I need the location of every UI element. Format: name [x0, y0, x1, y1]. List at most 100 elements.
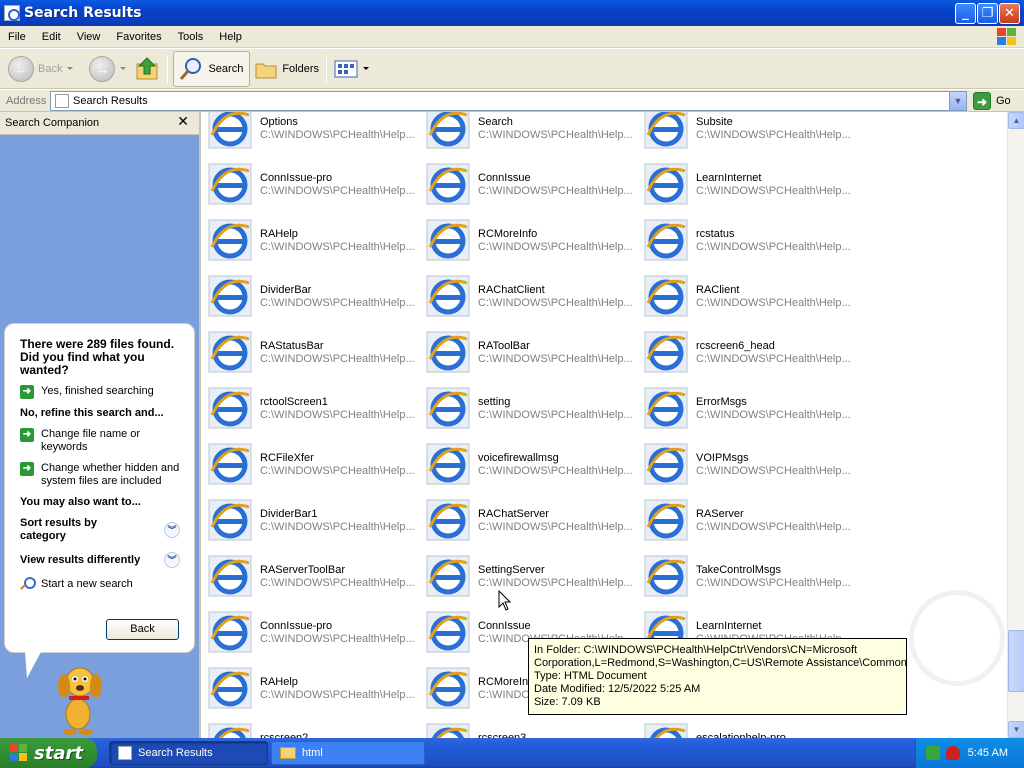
taskbar-item-label: html [302, 747, 323, 759]
file-item[interactable]: rctoolScreen1 C:\WINDOWS\PCHealth\Help... [201, 384, 419, 440]
file-path: C:\WINDOWS\PCHealth\Help... [260, 633, 415, 645]
file-item[interactable]: ConnIssue-pro C:\WINDOWS\PCHealth\Help... [201, 160, 419, 216]
file-item[interactable]: LearnInternetC:\WINDOWS\PCHealth\Help... [637, 160, 855, 216]
menu-help[interactable]: Help [211, 31, 250, 43]
go-label: Go [996, 95, 1011, 107]
back-button[interactable]: ← Back [4, 52, 77, 86]
file-item[interactable]: RAChatClient C:\WINDOWS\PCHealth\Help... [419, 272, 637, 328]
file-item[interactable]: voicefirewallmsg C:\WINDOWS\PCHealth\Help… [419, 440, 637, 496]
file-item[interactable]: RAServerToolBar C:\WINDOWS\PCHealth\Help.… [201, 552, 419, 608]
expand-chevron-icon[interactable]: ︾ [164, 552, 180, 568]
file-item[interactable]: SettingServer C:\WINDOWS\PCHealth\Help... [419, 552, 637, 608]
address-input[interactable]: Search Results ▼ [50, 91, 967, 111]
file-name: RAClient [696, 284, 740, 296]
file-item[interactable]: RAHelp C:\WINDOWS\PCHealth\Help... [201, 216, 419, 272]
file-item[interactable]: ErrorMsgs C:\WINDOWS\PCHealth\Help... [637, 384, 855, 440]
up-folder-icon [136, 56, 158, 79]
start-button[interactable]: start [0, 738, 97, 768]
file-item[interactable]: TakeControlMsgs C:\WINDOWS\PCHealth\Help.… [637, 552, 855, 608]
security-shield-icon[interactable] [946, 746, 960, 760]
yes-finished-link[interactable]: ➜ Yes, finished searching [20, 385, 180, 399]
search-results-icon [55, 94, 69, 108]
ie-html-file-icon [208, 219, 252, 261]
ie-html-file-icon [208, 331, 252, 373]
file-item[interactable]: RAHelp C:\WINDOWS\PCHealth\Help... [201, 664, 419, 720]
file-path: C:\WINDOWS\PCHealth\Help... [696, 185, 851, 197]
file-item[interactable]: ConnIssueC:\WINDOWS\PCHealth\Help... [419, 160, 637, 216]
back-dropdown-icon[interactable] [67, 67, 74, 70]
go-button[interactable]: ➜ Go [973, 92, 1011, 110]
views-icon [334, 60, 358, 77]
file-item[interactable]: Subsite C:\WINDOWS\PCHealth\Help... [637, 112, 855, 160]
file-item[interactable]: rcscreen6_head C:\WINDOWS\PCHealth\Help..… [637, 328, 855, 384]
folders-icon [255, 63, 277, 78]
file-path: C:\WINDOWS\PCHealth\Help... [260, 185, 415, 197]
taskbar-item-search-results[interactable]: Search Results [109, 741, 268, 765]
file-item[interactable]: RAServer C:\WINDOWS\PCHealth\Help... [637, 496, 855, 552]
view-results-toggle[interactable]: View results differently ︾ [20, 552, 180, 568]
forward-dropdown-icon[interactable] [120, 67, 127, 70]
file-item[interactable]: RAChatServer C:\WINDOWS\PCHealth\Help... [419, 496, 637, 552]
ie-html-file-icon [426, 112, 470, 149]
file-name: ConnIssue-pro [260, 172, 333, 184]
new-search-link[interactable]: Start a new search [20, 577, 180, 591]
views-button[interactable] [330, 52, 373, 86]
file-name: setting [478, 396, 511, 408]
file-item[interactable]: Options C:\WINDOWS\PCHealth\Help... [201, 112, 419, 160]
file-item[interactable]: RAToolBar C:\WINDOWS\PCHealth\Help... [419, 328, 637, 384]
ie-html-file-icon [208, 443, 252, 485]
scroll-up-icon[interactable]: ▲ [1008, 112, 1024, 129]
file-item[interactable]: RAClient C:\WINDOWS\PCHealth\Help... [637, 272, 855, 328]
file-item[interactable]: RCMoreInfoC:\WINDOWS\PCHealth\Help... [419, 216, 637, 272]
close-button[interactable]: ✕ [999, 3, 1020, 24]
title-bar[interactable]: Search Results _ ❐ ✕ [0, 0, 1024, 26]
search-button[interactable]: Search [173, 50, 251, 87]
file-item[interactable]: DividerBar C:\WINDOWS\PCHealth\Help... [201, 272, 419, 328]
ie-html-file-icon [644, 219, 688, 261]
file-item[interactable]: rcscreen3C:\WINDOWS\PCHealth\Help... [419, 720, 637, 738]
address-dropdown-icon[interactable]: ▼ [949, 92, 966, 110]
taskbar-item-html[interactable]: html [271, 741, 425, 765]
file-item[interactable]: RCFileXfer C:\WINDOWS\PCHealth\Help... [201, 440, 419, 496]
menu-file[interactable]: File [0, 31, 34, 43]
menu-view[interactable]: View [69, 31, 109, 43]
results-row: DividerBar C:\WINDOWS\PCHealth\Help... RAC… [201, 272, 1007, 328]
maximize-button[interactable]: ❐ [977, 3, 998, 24]
scroll-down-icon[interactable]: ▼ [1008, 721, 1024, 738]
back-arrow-icon: ← [8, 55, 34, 82]
companion-back-button[interactable]: Back [106, 619, 179, 640]
sort-results-toggle[interactable]: Sort results by category ︾ [20, 517, 180, 543]
up-folder-button[interactable] [130, 52, 164, 86]
file-item[interactable]: rcstatus C:\WINDOWS\PCHealth\Help... [637, 216, 855, 272]
network-icon[interactable] [926, 746, 940, 760]
companion-close-icon[interactable]: ✕ [177, 114, 189, 130]
vertical-scrollbar[interactable]: ▲ ▼ [1007, 112, 1024, 738]
search-results-icon [118, 746, 132, 760]
change-hidden-files-link[interactable]: ➜ Change whether hidden and system files… [20, 462, 180, 488]
results-row: RAServerToolBar C:\WINDOWS\PCHealth\Help.… [201, 552, 1007, 608]
file-item[interactable]: Search C:\WINDOWS\PCHealth\Help... [419, 112, 637, 160]
menu-edit[interactable]: Edit [34, 31, 69, 43]
ie-html-file-icon [426, 723, 470, 738]
ie-html-file-icon [644, 387, 688, 429]
minimize-button[interactable]: _ [955, 3, 976, 24]
folders-button[interactable]: Folders [250, 52, 323, 86]
menu-favorites[interactable]: Favorites [108, 31, 169, 43]
views-dropdown-icon[interactable] [363, 67, 370, 70]
file-item[interactable]: setting C:\WINDOWS\PCHealth\Help... [419, 384, 637, 440]
expand-chevron-icon[interactable]: ︾ [164, 522, 180, 538]
ie-html-file-icon [426, 555, 470, 597]
file-item[interactable]: VOIPMsgs C:\WINDOWS\PCHealth\Help... [637, 440, 855, 496]
forward-button[interactable]: → [85, 52, 130, 86]
file-item[interactable]: ConnIssue-pro C:\WINDOWS\PCHealth\Help... [201, 608, 419, 664]
file-item[interactable]: rcscreen2C:\WINDOWS\PCHealth\Help... [201, 720, 419, 738]
file-item[interactable]: RAStatusBar C:\WINDOWS\PCHealth\Help... [201, 328, 419, 384]
file-name: RAHelp [260, 676, 298, 688]
tooltip-type: Type: HTML Document [534, 670, 647, 682]
file-name: RAToolBar [478, 340, 530, 352]
scroll-thumb[interactable] [1008, 630, 1024, 692]
change-file-name-link[interactable]: ➜ Change file name or keywords [20, 428, 180, 454]
file-item[interactable]: escalationhelp-proC:\WINDOWS\PCHealth\He… [637, 720, 855, 738]
file-item[interactable]: DividerBar1 C:\WINDOWS\PCHealth\Help... [201, 496, 419, 552]
menu-tools[interactable]: Tools [170, 31, 212, 43]
